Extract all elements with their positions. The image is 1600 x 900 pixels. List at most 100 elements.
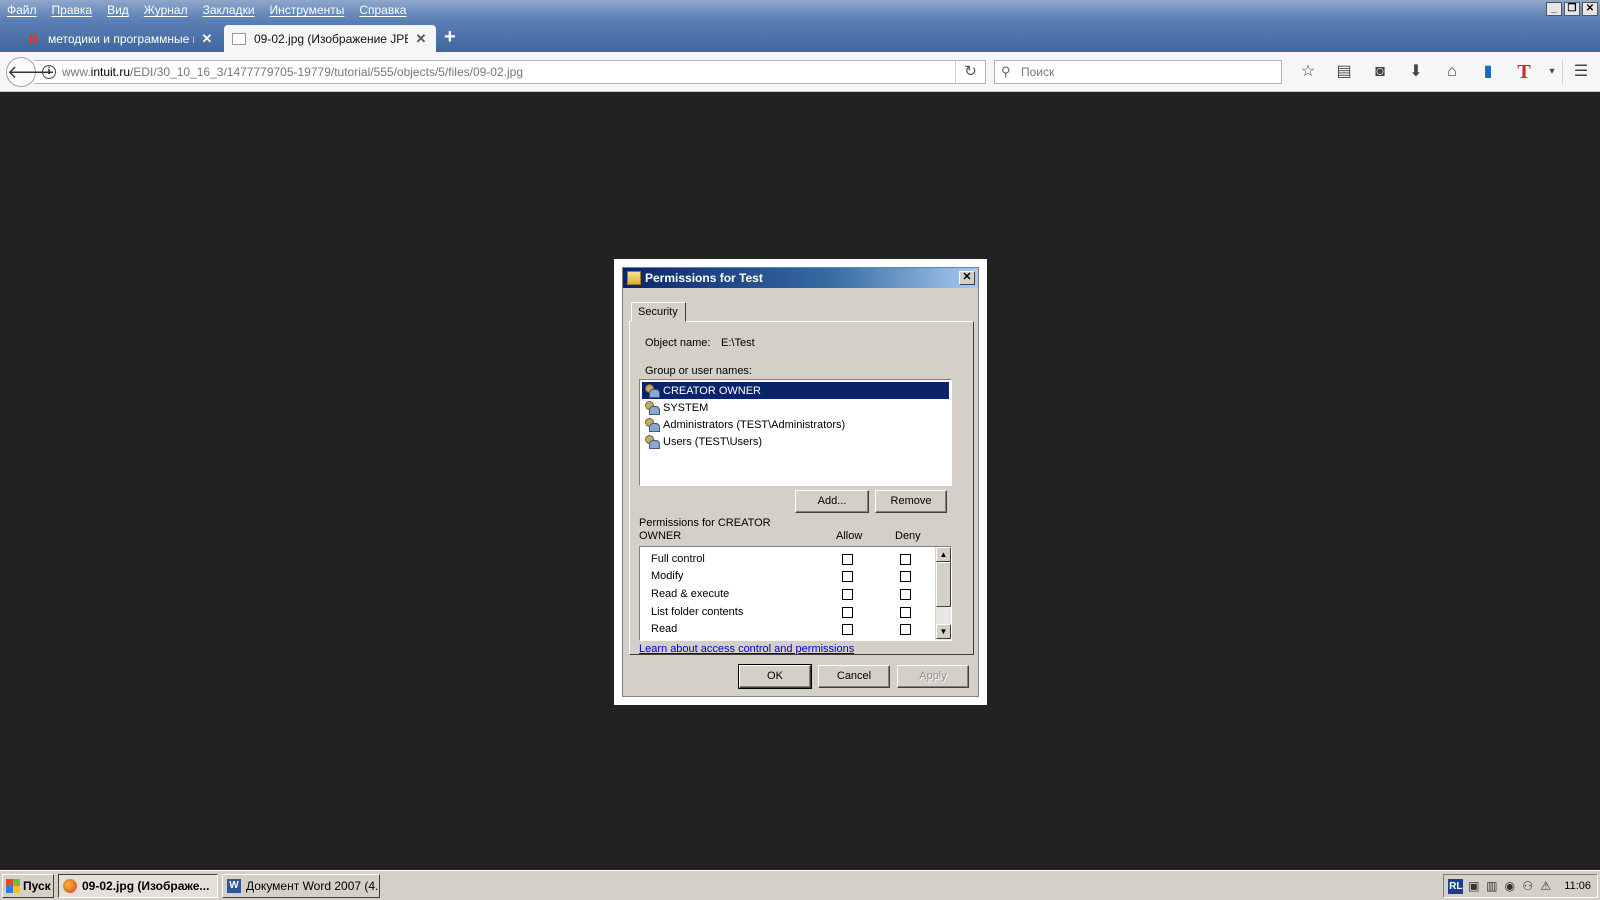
search-bar[interactable]: ⚲ [994, 60, 1282, 84]
taskbar-firefox[interactable]: 09-02.jpg (Изображе... [58, 874, 218, 898]
tab-yandex[interactable]: Я методики и программные пр... ✕ [18, 25, 222, 52]
permission-name: List folder contents [651, 606, 744, 618]
tab-close-icon[interactable]: ✕ [200, 31, 214, 47]
table-row: Read & execute [640, 586, 930, 603]
scroll-thumb[interactable] [936, 562, 951, 607]
allow-checkbox[interactable] [842, 554, 853, 565]
network-icon[interactable]: ▣ [1466, 879, 1481, 894]
new-tab-button[interactable]: + [444, 26, 456, 48]
close-icon[interactable]: ✕ [1582, 2, 1598, 16]
menu-help[interactable]: Справка [352, 0, 414, 20]
list-item[interactable]: Users (TEST\Users) [642, 433, 949, 450]
deny-checkbox[interactable] [900, 607, 911, 618]
permissions-dialog: Permissions for Test ✕ Security Object n… [622, 267, 979, 697]
menu-history[interactable]: Журнал [137, 0, 196, 20]
deny-checkbox[interactable] [900, 624, 911, 635]
menu-icon[interactable]: ☰ [1563, 62, 1599, 82]
permission-name: Read & execute [651, 588, 730, 600]
deny-checkbox[interactable] [900, 554, 911, 565]
table-row: Read [640, 621, 930, 638]
deny-header: Deny [895, 530, 921, 542]
security-icon[interactable]: ◉ [1502, 879, 1517, 894]
translate-icon[interactable]: T [1506, 62, 1542, 82]
menu-view[interactable]: Вид [100, 0, 137, 20]
user-name: Users (TEST\Users) [663, 435, 762, 448]
table-row: List folder contents [640, 604, 930, 621]
remove-button[interactable]: Remove [875, 490, 947, 513]
menu-bookmarks[interactable]: Закладки [196, 0, 263, 20]
list-item[interactable]: CREATOR OWNER [642, 382, 949, 399]
cancel-button[interactable]: Cancel [818, 665, 890, 688]
reading-list-icon[interactable]: ▤ [1326, 62, 1362, 82]
pocket-icon[interactable]: ◙ [1362, 62, 1398, 82]
scrollbar[interactable]: ▲ ▼ [935, 547, 951, 640]
permission-name: Full control [651, 553, 705, 565]
permission-name: Modify [651, 570, 684, 582]
allow-checkbox[interactable] [842, 624, 853, 635]
deny-checkbox[interactable] [900, 571, 911, 582]
permissions-label-line1: Permissions for CREATOR [639, 517, 771, 529]
learn-more-link[interactable]: Learn about access control and permissio… [639, 643, 854, 655]
system-tray: RL ▣ ▥ ◉ ⚇ ⚠ 11:06 [1443, 874, 1598, 898]
permission-name: Read [651, 623, 678, 635]
navigation-bar: i www.intuit.ru/EDI/30_10_16_3/147777970… [0, 52, 1600, 92]
reload-icon[interactable]: ↻ [955, 61, 985, 83]
restore-icon[interactable]: ❐ [1564, 2, 1580, 16]
books-icon[interactable]: ▮ [1470, 62, 1506, 82]
star-icon[interactable]: ☆ [1290, 62, 1326, 82]
start-label: Пуск [23, 879, 51, 893]
search-input[interactable] [1021, 65, 1271, 79]
table-row: Full control [640, 551, 930, 568]
firefox-icon [63, 879, 77, 893]
user-list[interactable]: CREATOR OWNER SYSTEM Administrators (TES… [639, 379, 952, 486]
taskbar-word[interactable]: W Документ Word 2007 (4... [222, 874, 380, 898]
dialog-title: Permissions for Test [645, 271, 763, 285]
dialog-titlebar: Permissions for Test ✕ [623, 268, 978, 288]
object-name-label: Object name: [645, 337, 711, 349]
task-label: Документ Word 2007 (4... [246, 879, 380, 893]
deny-checkbox[interactable] [900, 589, 911, 600]
apply-button[interactable]: Apply [897, 665, 969, 688]
back-button[interactable]: 🡐 [6, 57, 55, 87]
update-icon[interactable]: ⚠ [1538, 879, 1553, 894]
search-icon: ⚲ [1001, 64, 1011, 79]
permissions-list[interactable]: Full control Modify Read & execute List … [639, 546, 952, 641]
allow-checkbox[interactable] [842, 607, 853, 618]
table-row: Modify [640, 568, 930, 585]
user-group-icon [644, 418, 660, 432]
list-item[interactable]: Administrators (TEST\Administrators) [642, 416, 949, 433]
download-icon[interactable]: ⬇ [1398, 62, 1434, 82]
users-tray-icon[interactable]: ⚇ [1520, 879, 1535, 894]
ok-button[interactable]: OK [738, 664, 812, 689]
image-file-icon [232, 32, 246, 45]
menu-edit[interactable]: Правка [45, 0, 101, 20]
clock: 11:06 [1564, 880, 1591, 892]
displayed-image: Permissions for Test ✕ Security Object n… [614, 259, 987, 705]
list-item[interactable]: SYSTEM [642, 399, 949, 416]
minimize-icon[interactable]: _ [1546, 2, 1562, 16]
language-indicator[interactable]: RL [1448, 878, 1464, 894]
url-prefix: www. [62, 65, 91, 79]
scroll-up-icon[interactable]: ▲ [936, 547, 951, 562]
scroll-down-icon[interactable]: ▼ [936, 624, 951, 639]
add-button[interactable]: Add... [795, 490, 869, 513]
tab-image[interactable]: 09-02.jpg (Изображение JPE... ✕ [224, 25, 436, 52]
tab-close-icon[interactable]: ✕ [414, 31, 428, 47]
url-text[interactable]: www.intuit.ru/EDI/30_10_16_3/1477779705-… [62, 65, 955, 79]
home-icon[interactable]: ⌂ [1434, 62, 1470, 82]
allow-checkbox[interactable] [842, 589, 853, 600]
url-bar[interactable]: i www.intuit.ru/EDI/30_10_16_3/147777970… [34, 60, 986, 84]
user-group-icon [644, 401, 660, 415]
menu-tools[interactable]: Инструменты [263, 0, 353, 20]
menu-file[interactable]: Файл [0, 0, 45, 20]
user-group-icon [644, 435, 660, 449]
allow-header: Allow [836, 530, 863, 542]
tab-security[interactable]: Security [631, 302, 686, 322]
start-button[interactable]: Пуск [2, 874, 54, 898]
object-name-value: E:\Test [721, 337, 755, 349]
display-icon[interactable]: ▥ [1484, 879, 1499, 894]
dialog-close-icon[interactable]: ✕ [959, 271, 975, 285]
allow-checkbox[interactable] [842, 571, 853, 582]
url-path: /EDI/30_10_16_3/1477779705-19779/tutoria… [130, 65, 523, 79]
dropdown-icon[interactable]: ▾ [1542, 62, 1562, 82]
